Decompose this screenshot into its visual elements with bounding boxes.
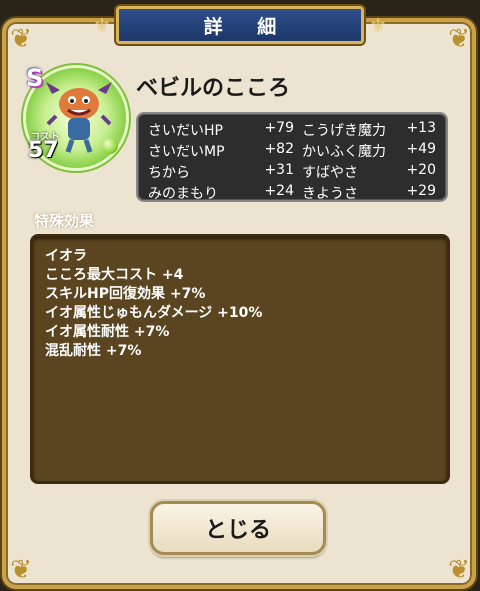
stat-name: かいふく魔力 xyxy=(302,144,386,160)
stat-value: +79 xyxy=(264,120,294,136)
stat-name: こうげき魔力 xyxy=(302,123,386,139)
stat-name: さいだいMP xyxy=(148,144,225,160)
ornament-icon: ❦ xyxy=(448,555,470,585)
ornament-icon: ❦ xyxy=(10,24,32,54)
effect-item: 混乱耐性 +7% xyxy=(45,343,142,359)
green-orb-icon xyxy=(102,138,118,154)
close-button[interactable]: とじる xyxy=(150,501,326,555)
stat-value: +31 xyxy=(264,162,294,178)
effect-item: スキルHP回復効果 +7% xyxy=(45,286,206,302)
heart-name: ベビルのこころ xyxy=(136,76,291,101)
stats-panel: さいだいHP +79 こうげき魔力 +13 さいだいMP +82 かいふく魔力 … xyxy=(136,112,448,202)
fleur-icon: ⚜ xyxy=(369,13,387,37)
stat-name: ちから xyxy=(148,165,190,181)
effects-heading: 特殊効果 xyxy=(34,212,95,230)
fleur-icon: ⚜ xyxy=(93,13,111,37)
effect-item: イオラ xyxy=(45,248,87,264)
stat-value: +49 xyxy=(406,141,436,157)
stat-value: +13 xyxy=(406,120,436,136)
effect-item: イオ属性耐性 +7% xyxy=(45,324,170,340)
stat-row: さいだいHP +79 こうげき魔力 +13 xyxy=(138,120,446,141)
stat-name: すばやさ xyxy=(302,165,358,181)
ornament-icon: ❦ xyxy=(448,24,470,54)
cost-value: 57 xyxy=(28,138,59,163)
rank-badge: S xyxy=(26,64,44,92)
effect-item: こころ最大コスト +4 xyxy=(45,267,184,283)
effects-panel: イオラ こころ最大コスト +4 スキルHP回復効果 +7% イオ属性じゅもんダメ… xyxy=(30,234,450,484)
stat-name: みのまもり xyxy=(148,186,218,202)
stat-row: さいだいMP +82 かいふく魔力 +49 xyxy=(138,141,446,162)
stat-value: +20 xyxy=(406,162,436,178)
stat-row: ちから +31 すばやさ +20 xyxy=(138,162,446,183)
stat-row: みのまもり +24 きようさ +29 xyxy=(138,183,446,204)
title-banner: ⚜ 詳 細 ⚜ xyxy=(93,6,387,44)
stat-value: +29 xyxy=(406,183,436,199)
stat-name: きようさ xyxy=(302,186,358,202)
stat-value: +24 xyxy=(264,183,294,199)
ornament-icon: ❦ xyxy=(10,555,32,585)
stat-value: +82 xyxy=(264,141,294,157)
stat-name: さいだいHP xyxy=(148,123,223,139)
dialog-title: 詳 細 xyxy=(203,15,291,38)
effect-item: イオ属性じゅもんダメージ +10% xyxy=(45,305,263,321)
